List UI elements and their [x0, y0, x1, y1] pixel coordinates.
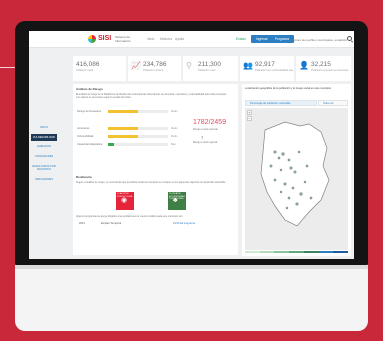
tab-rezago-social[interactable]: Índice de Rezago Social	[318, 100, 348, 111]
map-legend	[245, 251, 349, 253]
nav-item-estado[interactable]: Estado	[236, 37, 246, 41]
risk-row-label: Riesgo de Desastres	[77, 110, 102, 113]
search-icon[interactable]	[347, 36, 352, 41]
map-panel-title: Localización geográfica de la población …	[245, 87, 332, 90]
location-icon: ⚲	[186, 61, 192, 70]
resilience-panel-title: Resiliencia	[76, 175, 92, 179]
stat-label: Población urbana	[143, 69, 164, 72]
resilience-panel: Resiliencia Según el análisis de riesgo,…	[73, 172, 238, 255]
program-year: 2021	[79, 222, 85, 225]
stat-card-rural: ⚲ 211,300 Población rural	[183, 56, 238, 81]
people-icon: 👥	[243, 61, 253, 70]
logo[interactable]: SISI	[98, 35, 111, 43]
legend-swatch	[259, 251, 275, 253]
nav-item-ayuda[interactable]: Ayuda	[175, 37, 184, 41]
nav-item-inicio[interactable]: Inicio	[147, 37, 154, 41]
risk-panel-title: Análisis de Riesgo	[76, 87, 103, 91]
risk-bar-track	[108, 110, 168, 113]
sdg-tile-15[interactable]: 15 VIDA DE ECOSISTEMAS TERRESTRES ♣	[168, 192, 186, 210]
program-name: Empleo Temporal	[101, 222, 122, 225]
risk-row-value: Medio	[171, 110, 178, 113]
stat-card-vulnerable: 👥 92,917 Población con vulnerabilidad al…	[240, 56, 294, 81]
risk-note: Riesgo a nivel regional	[193, 141, 218, 144]
risk-row-label: Amenazas	[77, 127, 90, 130]
legend-swatch	[333, 251, 349, 253]
sidebar-item-resultados[interactable]: RESULTADOS POR MUNICIPIO	[31, 165, 57, 171]
risk-rank-number: 1782/2459	[193, 119, 227, 126]
programs-intro: Algunos programas de apoyo dirigidos a l…	[76, 215, 184, 218]
risk-row-label: Capacidad Adaptativa	[77, 143, 103, 146]
laptop-hinge	[15, 265, 368, 269]
risk-description: El análisis de riesgo de la Plataforma d…	[76, 93, 227, 99]
risk-row-label: Vulnerabilidad	[77, 135, 94, 138]
growth-icon: 📈	[131, 61, 141, 70]
stat-value: 32,215	[311, 61, 331, 68]
logo-subtitle: Sistema de Información	[115, 35, 131, 43]
legend-swatch	[318, 251, 334, 253]
laptop-mockup: SISI Sistema de Información Inicio Módul…	[15, 21, 368, 331]
stat-label: Población con vulnerabilidad alta	[255, 69, 293, 72]
risk-bar-fill	[108, 135, 138, 138]
stat-label: Población total	[76, 69, 94, 72]
sidebar-item-vulnerabilidad[interactable]: VULNERABILIDAD	[31, 134, 57, 141]
risk-row-value: Bajo	[171, 143, 176, 146]
risk-bar-track	[108, 143, 168, 146]
search-input[interactable]	[291, 36, 347, 43]
legend-swatch	[245, 251, 260, 253]
app-screen: SISI Sistema de Información Inicio Módul…	[29, 31, 354, 259]
stat-label: Población expuesta a amenazas	[311, 69, 349, 72]
municipality-map[interactable]: + −	[245, 108, 348, 250]
logo-icon	[88, 35, 96, 43]
sidebar: INICIO VULNERABILIDAD AMENAZAS CAPACIDAD…	[29, 48, 59, 259]
sidebar-item-capacidades[interactable]: CAPACIDADES	[31, 155, 57, 158]
laptop-bezel: SISI Sistema de Información Inicio Módul…	[15, 21, 368, 265]
stat-value: 92,917	[255, 61, 275, 68]
stat-card-exposed: 👤 32,215 Población expuesta a amenazas	[296, 56, 351, 81]
risk-bar-fill	[108, 143, 114, 146]
stat-value: 416,086	[76, 61, 100, 68]
zoom-in-button[interactable]: +	[247, 110, 252, 115]
climate-icon: ◉	[121, 197, 128, 204]
risk-row-value: Medio	[171, 127, 178, 130]
stat-label: Población rural	[198, 69, 216, 72]
resilience-description: Según el análisis de riesgo, se recomien…	[76, 181, 227, 184]
tree-icon: ♣	[173, 197, 178, 204]
tab-vulnerable-population[interactable]: Porcentaje de población vulnerable	[245, 100, 317, 106]
map-panel: Localización geográfica de la población …	[242, 84, 351, 256]
legend-swatch	[289, 251, 304, 253]
stat-value: 211,300	[198, 61, 222, 68]
risk-bar-fill	[108, 110, 138, 113]
stat-card-population: 416,086 Población total	[73, 56, 126, 81]
sdg-tile-13[interactable]: 13 ACCIÓN POR EL CLIMA ◉	[116, 192, 134, 210]
risk-row-value: Medio	[171, 135, 178, 138]
risk-regional-rank: 7	[201, 135, 204, 140]
stat-card-urban: 📈 234,786 Población urbana	[128, 56, 181, 81]
group-icon: 👤	[299, 61, 309, 70]
zoom-out-button[interactable]: −	[247, 116, 252, 121]
top-navigation-bar: SISI Sistema de Información Inicio Módul…	[29, 31, 354, 48]
nav-item-modulos[interactable]: Módulos	[160, 37, 172, 41]
program-profile-link[interactable]: Perfil del programa	[173, 222, 195, 225]
risk-bar-track	[108, 127, 168, 130]
sidebar-item-indicadores[interactable]: INDICADORES	[31, 178, 57, 181]
risk-note: Riesgo a nivel nacional	[193, 128, 218, 131]
laptop-base	[15, 265, 368, 331]
legend-swatch	[303, 251, 319, 253]
municipality-boundary	[260, 121, 330, 227]
sidebar-item-inicio[interactable]: INICIO	[31, 126, 57, 129]
sidebar-item-amenazas[interactable]: AMENAZAS	[31, 145, 57, 148]
stat-value: 234,786	[143, 61, 167, 68]
risk-bar-fill	[108, 127, 138, 130]
legend-swatch	[274, 251, 290, 253]
risk-bar-track	[108, 135, 168, 138]
